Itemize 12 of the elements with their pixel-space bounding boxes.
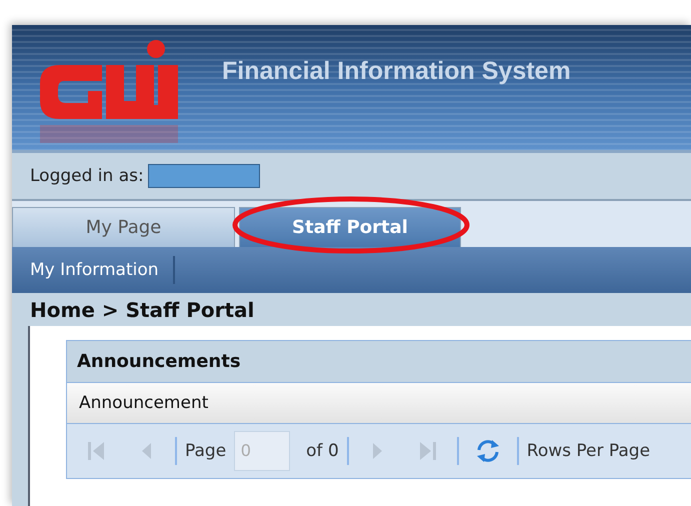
rows-per-page-label: Rows Per Page <box>526 441 650 461</box>
page-count: of 0 <box>306 441 339 461</box>
panel-title: Announcements <box>67 341 691 382</box>
tab[interactable]: My Page <box>12 207 235 247</box>
tab[interactable]: Staff Portal <box>239 207 461 247</box>
first-page-icon <box>85 439 107 463</box>
app-title: Financial Information System <box>222 57 571 86</box>
logged-in-label: Logged in as: <box>30 166 144 186</box>
breadcrumb: Home > Staff Portal <box>29 297 256 324</box>
column-header[interactable]: Announcement <box>67 382 691 424</box>
nav-link[interactable]: My Information <box>12 256 175 284</box>
page-label: Page <box>185 441 226 461</box>
